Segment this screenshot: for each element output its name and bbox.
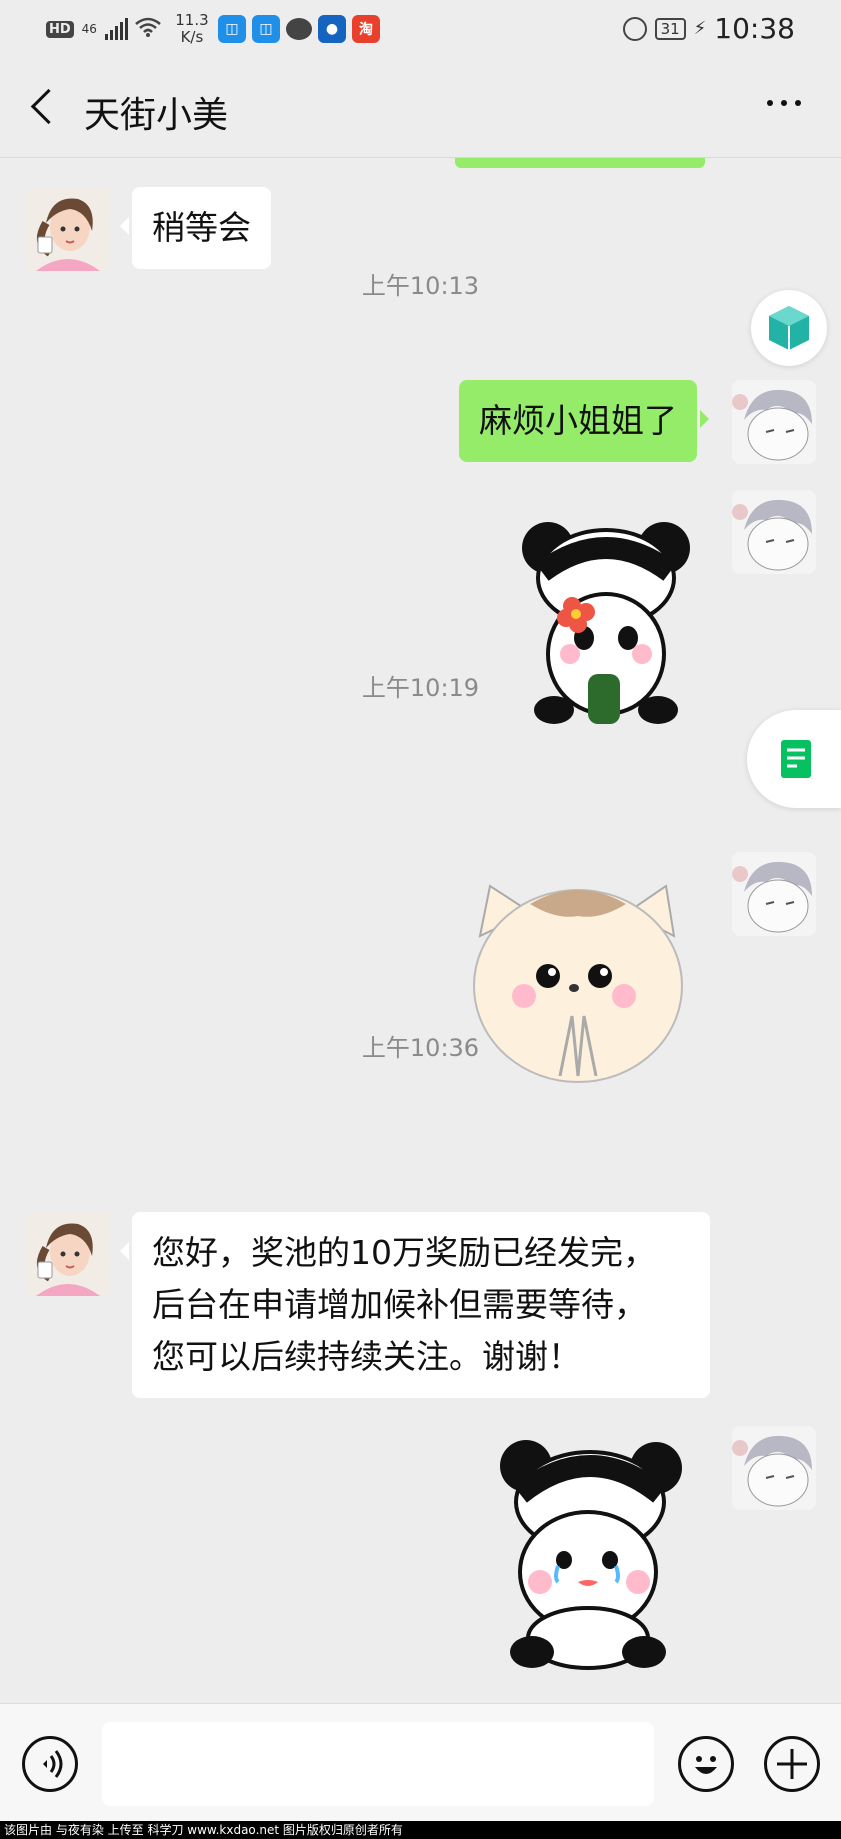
- more-icon[interactable]: [767, 100, 801, 106]
- message-notification-icon: [285, 18, 312, 40]
- cube-floating-button[interactable]: [751, 290, 827, 366]
- clock: 10:38: [714, 12, 795, 45]
- input-bar: [0, 1703, 841, 1821]
- network-speed: 11.3 K/s: [175, 11, 209, 46]
- document-icon: [781, 740, 811, 778]
- my-avatar[interactable]: [732, 380, 816, 464]
- timestamp: 上午10:13: [361, 272, 480, 300]
- voice-icon[interactable]: [22, 1736, 78, 1792]
- sent-message[interactable]: 麻烦小姐姐了: [459, 380, 709, 462]
- contact-avatar[interactable]: [26, 1212, 110, 1296]
- panda-crying-sticker[interactable]: [492, 1432, 690, 1676]
- cat-praying-sticker[interactable]: [460, 876, 704, 1102]
- received-message[interactable]: 您好，奖池的10万奖励已经发完， 后台在申请增加候补但需要等待， 您可以后续持续…: [120, 1212, 710, 1398]
- timestamp: 上午10:19: [361, 674, 480, 702]
- plus-icon[interactable]: [764, 1736, 820, 1792]
- chat-header: 天街小美: [0, 58, 841, 158]
- received-message[interactable]: 稍等会: [120, 187, 271, 269]
- partial-message-bubble[interactable]: [455, 158, 705, 168]
- charging-icon: ⚡: [693, 18, 707, 39]
- qq-notification-icon: ●: [317, 15, 346, 43]
- my-avatar[interactable]: [732, 852, 816, 936]
- document-floating-button[interactable]: [747, 710, 841, 808]
- status-bar: HD 46 11.3 K/s ◫ ◫ ● 淘 31 ⚡ 10:38: [0, 0, 841, 58]
- contact-avatar[interactable]: [26, 187, 110, 271]
- my-avatar[interactable]: [732, 490, 816, 574]
- signal-icon: [104, 18, 128, 40]
- message-list[interactable]: 稍等会 上午10:13 麻烦小姐姐了 上午10:19 上午10:36 您好，奖池…: [0, 158, 841, 1703]
- cube-icon: [769, 306, 809, 350]
- back-arrow-icon[interactable]: [30, 90, 58, 126]
- timestamp: 上午10:36: [361, 1034, 480, 1062]
- taobao-notification-icon: 淘: [351, 15, 380, 43]
- message-input[interactable]: [102, 1722, 654, 1806]
- chat-title: 天街小美: [84, 95, 229, 136]
- hd-indicator: HD: [46, 20, 74, 38]
- app-notification-icon: ◫: [217, 15, 246, 43]
- watermark-footer: 该图片由 与夜有染 上传至 科学刀 www.kxdao.net 图片版权归原创者…: [0, 1821, 841, 1839]
- app-notification-icon: ◫: [251, 15, 280, 43]
- wifi-icon: [134, 16, 162, 42]
- my-avatar[interactable]: [732, 1426, 816, 1510]
- network-type: 46: [81, 21, 97, 36]
- alarm-icon: [622, 16, 647, 41]
- emoji-icon[interactable]: [678, 1736, 734, 1792]
- battery-indicator: 31: [654, 17, 686, 40]
